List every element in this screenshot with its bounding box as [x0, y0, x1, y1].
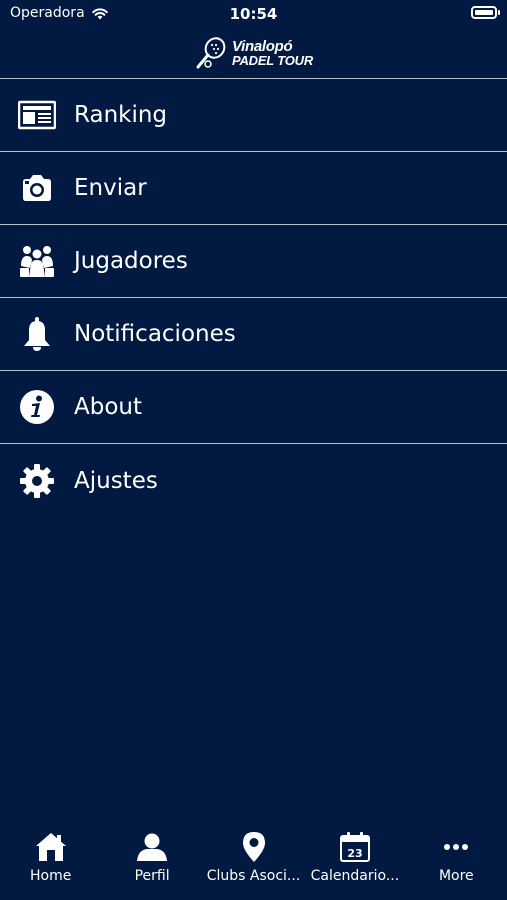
tab-label-more: More	[438, 868, 474, 884]
tab-label-clubs: Clubs Asoci...	[206, 868, 301, 884]
logo-text: Vinalopó PADEL TOUR	[232, 39, 313, 67]
menu-label-enviar: Enviar	[74, 175, 147, 201]
calendar-icon: 23	[339, 832, 370, 862]
logo-title: Vinalopó	[231, 38, 293, 55]
tab-label-home: Home	[30, 868, 72, 884]
tab-clubs[interactable]: Clubs Asoci...	[203, 822, 304, 900]
more-icon	[444, 844, 469, 850]
battery-icon	[471, 6, 500, 19]
tab-more[interactable]: More	[406, 822, 507, 900]
logo-subtitle: PADEL TOUR	[231, 53, 314, 68]
menu-item-about[interactable]: About	[0, 371, 507, 444]
camera-icon	[23, 175, 51, 201]
menu-item-ajustes[interactable]: Ajustes	[0, 444, 507, 517]
menu-item-enviar[interactable]: Enviar	[0, 152, 507, 225]
location-pin-icon	[242, 832, 265, 862]
status-bar: Operadora 10:54	[0, 0, 507, 28]
newspaper-icon	[18, 100, 56, 130]
app-screen: Operadora 10:54 Vinalopó PADEL TOUR Rank…	[0, 0, 507, 900]
menu-label-notificaciones: Notificaciones	[74, 321, 236, 347]
app-logo: Vinalopó PADEL TOUR	[194, 36, 313, 70]
tab-home[interactable]: Home	[0, 822, 101, 900]
main-menu: Ranking Enviar Jugadores Notificaciones …	[0, 78, 507, 517]
padel-racket-icon	[196, 37, 226, 69]
gear-icon	[20, 463, 54, 498]
menu-label-about: About	[74, 394, 143, 420]
tab-label-calendario: Calendario...	[310, 868, 400, 884]
tab-calendario[interactable]: 23 Calendario...	[304, 822, 405, 900]
tab-label-perfil: Perfil	[134, 868, 170, 884]
tab-perfil[interactable]: Perfil	[101, 822, 202, 900]
menu-label-jugadores: Jugadores	[74, 248, 188, 274]
menu-label-ajustes: Ajustes	[74, 467, 158, 494]
bottom-tab-bar: Home Perfil Clubs Asoci... 23 Calendario…	[0, 822, 507, 900]
menu-item-notificaciones[interactable]: Notificaciones	[0, 298, 507, 371]
menu-label-ranking: Ranking	[74, 102, 168, 128]
menu-item-jugadores[interactable]: Jugadores	[0, 225, 507, 298]
home-icon	[35, 833, 66, 861]
info-icon	[20, 390, 54, 424]
menu-item-ranking[interactable]: Ranking	[0, 79, 507, 152]
app-header: Vinalopó PADEL TOUR	[0, 28, 507, 78]
calendar-day-number: 23	[347, 847, 362, 860]
profile-icon	[137, 833, 168, 861]
status-time: 10:54	[229, 5, 278, 23]
bell-icon	[24, 317, 50, 351]
players-icon	[20, 246, 54, 277]
